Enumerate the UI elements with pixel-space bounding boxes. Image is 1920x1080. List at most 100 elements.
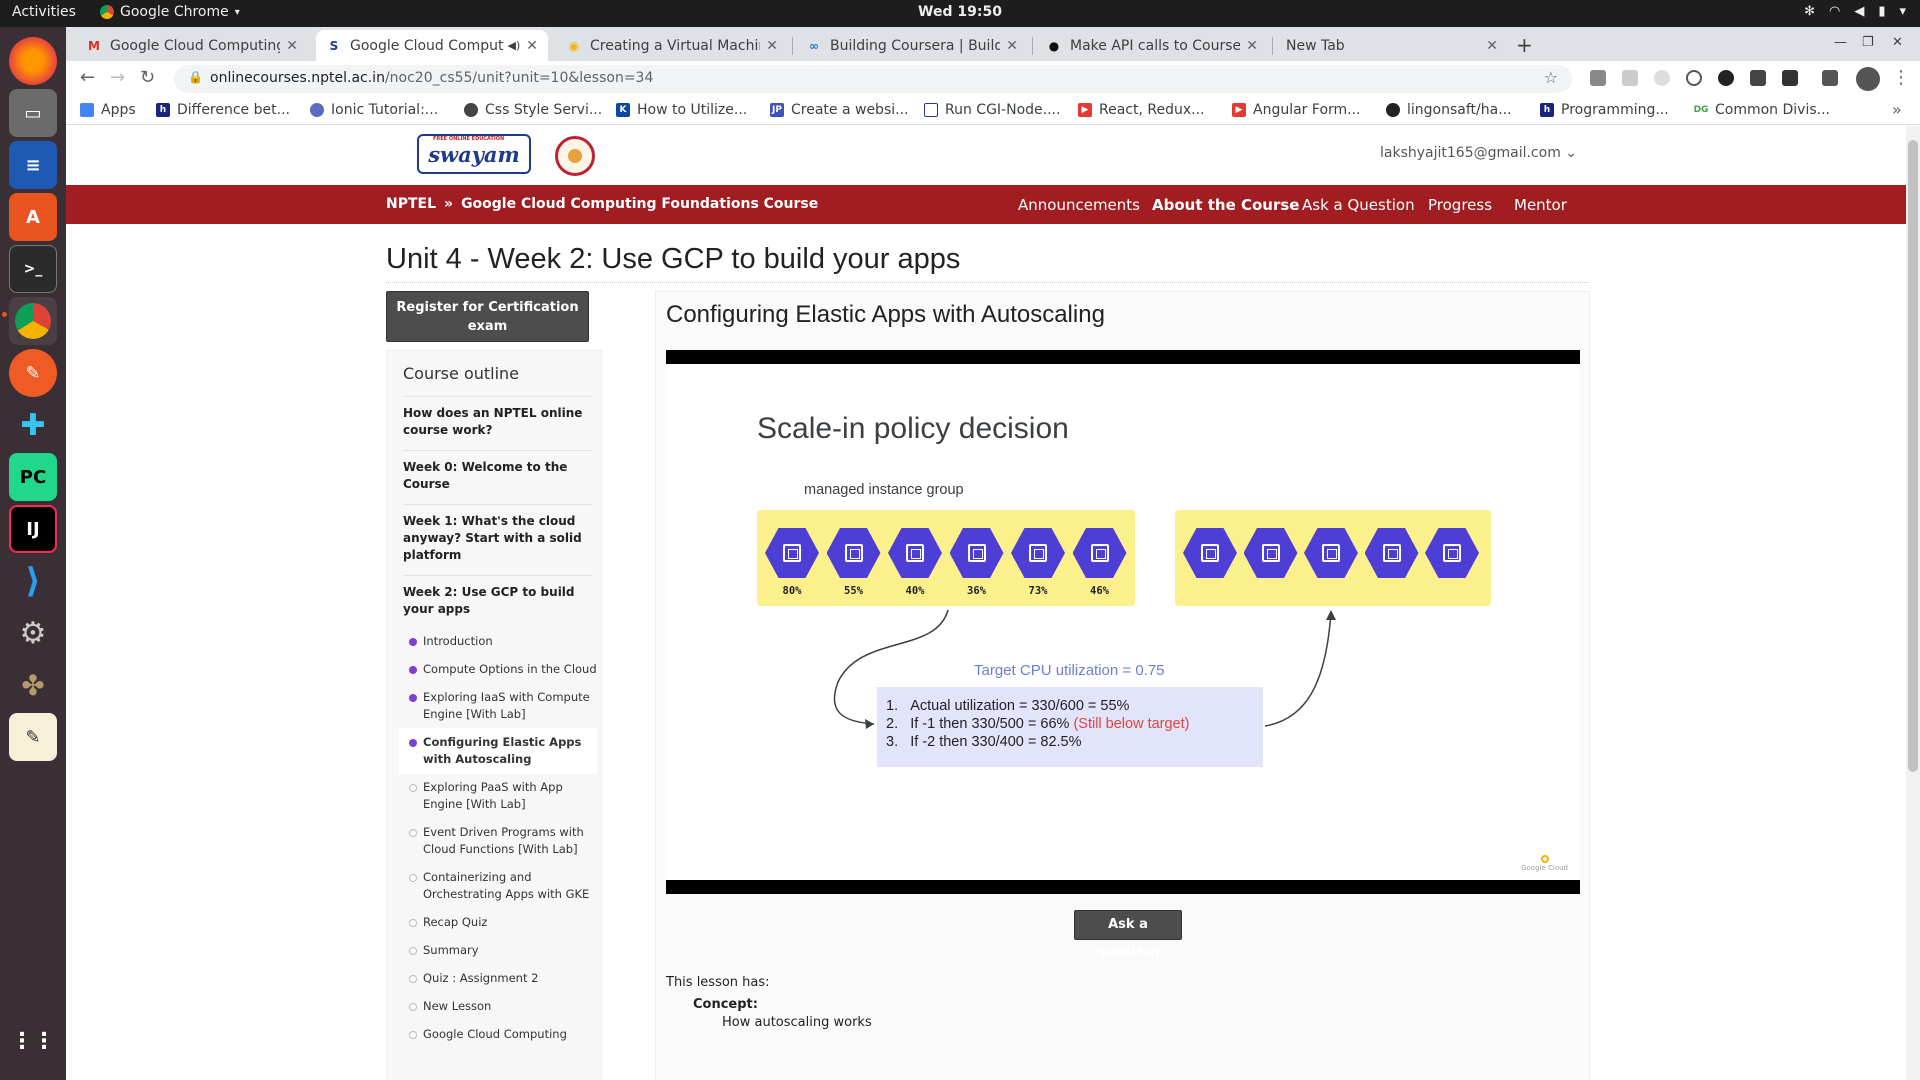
- breadcrumb-course[interactable]: Google Cloud Computing Foundations Cours…: [461, 196, 818, 212]
- extension-icon[interactable]: [1718, 70, 1734, 86]
- close-icon[interactable]: ✕: [1006, 38, 1018, 54]
- close-icon[interactable]: ✕: [526, 38, 538, 54]
- nav-mentor[interactable]: Mentor: [1514, 196, 1567, 214]
- register-certification-button[interactable]: Register for Certification exam: [386, 291, 589, 342]
- tab-swayam[interactable]: S Google Cloud Comput ◀) ✕: [316, 30, 548, 61]
- intellij-icon[interactable]: IJ: [9, 505, 57, 553]
- extension-icon[interactable]: [1686, 70, 1702, 86]
- nav-progress[interactable]: Progress: [1428, 196, 1492, 214]
- gimp-icon[interactable]: ✤: [9, 661, 57, 709]
- lesson-item[interactable]: Event Driven Programs with Cloud Functio…: [407, 824, 597, 858]
- url-text[interactable]: onlinecourses.nptel.ac.in/noc20_cs55/uni…: [210, 70, 653, 86]
- tab-github[interactable]: ● Make API calls to Courser ✕: [1036, 30, 1268, 61]
- page-scrollbar[interactable]: [1906, 126, 1920, 1080]
- extension-icon[interactable]: [1622, 70, 1638, 86]
- lesson-item[interactable]: Introduction: [407, 633, 597, 650]
- outline-section[interactable]: Week 0: Welcome to the Course: [403, 450, 593, 493]
- bookmark-item[interactable]: Ionic Tutorial:...: [310, 102, 438, 118]
- tab-new-tab[interactable]: New Tab ✕: [1276, 30, 1508, 61]
- qwiklabs-icon: ◉: [568, 38, 580, 53]
- vscode-icon[interactable]: ⟩: [9, 557, 57, 605]
- lesson-item[interactable]: Recap Quiz: [407, 914, 597, 931]
- chrome-dock-icon[interactable]: [9, 297, 57, 345]
- video-player[interactable]: Scale-in policy decision managed instanc…: [666, 350, 1580, 894]
- back-button[interactable]: ←: [80, 67, 95, 88]
- speaker-icon[interactable]: ◀): [508, 39, 521, 52]
- profile-avatar[interactable]: [1856, 67, 1880, 91]
- bookmark-item[interactable]: Css Style Servi...: [464, 102, 602, 118]
- writer-icon[interactable]: ≡: [9, 141, 57, 189]
- lesson-item[interactable]: Google Cloud Computing: [407, 1026, 597, 1043]
- lesson-item[interactable]: Summary: [407, 942, 597, 959]
- lesson-item[interactable]: Compute Options in the Cloud: [407, 661, 597, 678]
- firefox-icon[interactable]: [9, 37, 57, 85]
- chrome-menu-icon[interactable]: ⋮: [1892, 67, 1910, 88]
- close-icon[interactable]: ✕: [286, 38, 298, 54]
- tab-gmail[interactable]: M Google Cloud Computing ✕: [76, 30, 308, 61]
- bookmark-item[interactable]: ▶ React, Redux...: [1078, 102, 1205, 118]
- nptel-emblem-logo[interactable]: [555, 136, 595, 176]
- scrollbar-thumb[interactable]: [1908, 140, 1918, 772]
- app-menu[interactable]: Google Chrome ▾: [100, 4, 240, 20]
- show-apps-icon[interactable]: ⋮⋮: [9, 1017, 57, 1065]
- nav-ask-question[interactable]: Ask a Question: [1302, 196, 1415, 214]
- bookmark-apps[interactable]: Apps: [80, 102, 136, 118]
- close-window-button[interactable]: ✕: [1892, 35, 1903, 50]
- activities-button[interactable]: Activities: [12, 4, 76, 20]
- address-bar[interactable]: 🔒 onlinecourses.nptel.ac.in/noc20_cs55/u…: [174, 65, 1572, 93]
- bookmark-item[interactable]: ▶ Angular Form...: [1232, 102, 1361, 118]
- bookmark-item[interactable]: h Programming...: [1540, 102, 1669, 118]
- camera-extension-icon[interactable]: [1590, 70, 1606, 86]
- tab-qwiklabs[interactable]: ◉ Creating a Virtual Machin ✕: [556, 30, 788, 61]
- text-editor-icon[interactable]: ✎: [9, 713, 57, 761]
- lesson-item[interactable]: Exploring PaaS with App Engine [With Lab…: [407, 779, 597, 813]
- outline-section-current-week[interactable]: Week 2: Use GCP to build your apps: [403, 575, 593, 618]
- swayam-logo[interactable]: FREE ONLINE EDUCATION swayam: [417, 134, 531, 174]
- slack-icon[interactable]: ✚: [9, 401, 57, 449]
- tab-coursera[interactable]: ∞ Building Coursera | Buildi ✕: [796, 30, 1028, 61]
- settings-icon[interactable]: ⚙: [9, 609, 57, 657]
- lesson-item-current[interactable]: Configuring Elastic Apps with Autoscalin…: [399, 728, 597, 774]
- lesson-item[interactable]: Exploring IaaS with Compute Engine [With…: [407, 689, 597, 723]
- extension-icon[interactable]: [1750, 70, 1766, 86]
- ask-question-button[interactable]: Ask a question: [1074, 910, 1182, 960]
- outline-section[interactable]: Week 1: What's the cloud anyway? Start w…: [403, 504, 593, 564]
- eyedropper-extension-icon[interactable]: [1782, 70, 1798, 86]
- lesson-item[interactable]: Quiz : Assignment 2: [407, 970, 597, 987]
- software-center-icon[interactable]: A: [9, 193, 57, 241]
- new-tab-button[interactable]: +: [1516, 33, 1533, 57]
- bookmark-star-icon[interactable]: ☆: [1544, 68, 1558, 87]
- bookmark-item[interactable]: DG Common Divis...: [1694, 102, 1830, 118]
- forward-button[interactable]: →: [110, 67, 125, 88]
- reload-button[interactable]: ↻: [140, 67, 155, 88]
- bookmark-item[interactable]: K How to Utilize...: [616, 102, 747, 118]
- clock[interactable]: Wed 19:50: [918, 4, 1002, 20]
- bookmark-item[interactable]: Run CGI-Node....: [924, 102, 1060, 118]
- breadcrumb-nptel[interactable]: NPTEL: [386, 196, 436, 212]
- bookmark-item[interactable]: JP Create a websi...: [770, 102, 908, 118]
- bookmark-item[interactable]: h Difference bet...: [156, 102, 290, 118]
- concept-value[interactable]: How autoscaling works: [722, 1015, 872, 1030]
- maximize-button[interactable]: ❐: [1862, 35, 1874, 50]
- user-menu[interactable]: lakshyajit165@gmail.com ⌄: [1380, 145, 1577, 161]
- files-icon[interactable]: ▭: [9, 89, 57, 137]
- system-tray[interactable]: ✻ ◠ ◀ ▮ ▾: [1804, 4, 1906, 19]
- terminal-icon[interactable]: >_: [9, 245, 57, 293]
- close-icon[interactable]: ✕: [1246, 38, 1258, 54]
- postman-icon[interactable]: ✎: [9, 349, 57, 397]
- extension-icon[interactable]: [1654, 70, 1670, 86]
- outline-section[interactable]: How does an NPTEL online course work?: [403, 396, 593, 439]
- nav-about-course[interactable]: About the Course: [1152, 196, 1299, 214]
- lesson-item[interactable]: New Lesson: [407, 998, 597, 1015]
- close-icon[interactable]: ✕: [766, 38, 778, 54]
- bookmark-item[interactable]: lingonsaft/ha...: [1386, 102, 1512, 118]
- bookmarks-overflow-icon[interactable]: »: [1892, 100, 1902, 119]
- lesson-item[interactable]: Containerizing and Orchestrating Apps wi…: [407, 869, 597, 903]
- close-icon[interactable]: ✕: [1486, 38, 1498, 54]
- lock-icon[interactable]: 🔒: [188, 70, 203, 84]
- nav-announcements[interactable]: Announcements: [1018, 196, 1140, 214]
- media-controls-icon[interactable]: [1822, 70, 1838, 86]
- pycharm-icon[interactable]: PC: [9, 453, 57, 501]
- slack-tray-icon[interactable]: ✻: [1804, 4, 1815, 19]
- minimize-button[interactable]: —: [1834, 35, 1847, 50]
